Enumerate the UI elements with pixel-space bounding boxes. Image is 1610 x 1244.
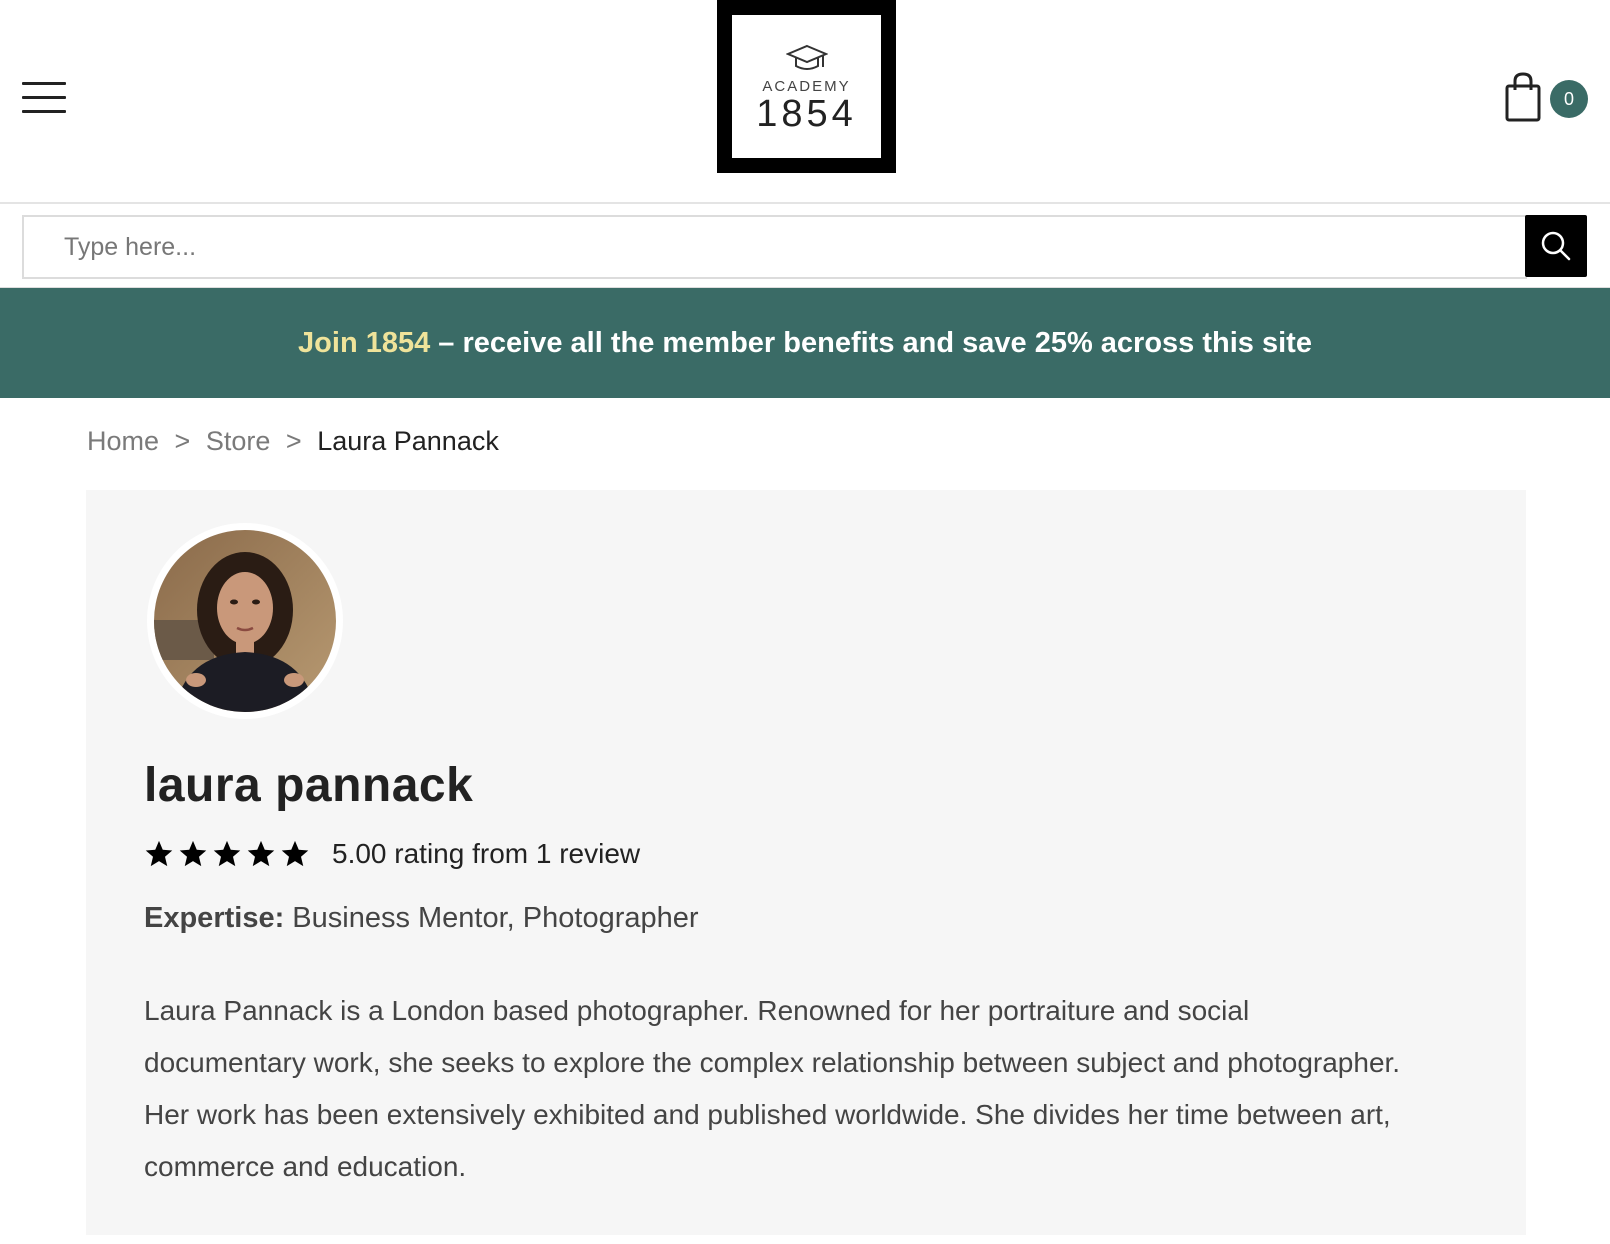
breadcrumb-separator: > — [174, 426, 191, 456]
logo-year-text: 1854 — [756, 93, 857, 135]
star-icon — [213, 840, 241, 867]
breadcrumb-store[interactable]: Store — [206, 426, 271, 456]
avatar — [154, 530, 336, 712]
membership-banner[interactable]: Join 1854 – receive all the member benef… — [0, 288, 1610, 398]
site-header: ACADEMY 1854 0 — [0, 0, 1610, 204]
graduation-cap-icon — [785, 44, 828, 70]
rating-row: 5.00 rating from 1 review — [144, 836, 640, 872]
search-icon — [1541, 231, 1571, 261]
breadcrumb-home[interactable]: Home — [87, 426, 159, 456]
search-bar — [0, 204, 1610, 288]
expertise-line: Expertise: Business Mentor, Photographer — [144, 902, 699, 935]
site-logo[interactable]: ACADEMY 1854 — [717, 0, 896, 173]
breadcrumb-separator: > — [285, 426, 302, 456]
star-icon — [179, 840, 207, 867]
shopping-bag-icon[interactable] — [1505, 72, 1541, 122]
profile-card: laura pannack 5.00 rating from 1 review … — [86, 490, 1526, 1235]
profile-name: laura pannack — [144, 759, 474, 812]
profile-bio: Laura Pannack is a London based photogra… — [144, 995, 1401, 1182]
cart-count-badge[interactable]: 0 — [1550, 80, 1588, 118]
breadcrumb-current: Laura Pannack — [317, 426, 499, 456]
expertise-label: Expertise: — [144, 902, 285, 934]
search-input[interactable] — [22, 215, 1527, 279]
banner-highlight: Join 1854 — [298, 327, 431, 359]
banner-text: – receive all the member benefits and sa… — [430, 327, 1312, 359]
star-icon — [145, 840, 173, 867]
breadcrumb: Home > Store > Laura Pannack — [87, 426, 499, 457]
expertise-value: Business Mentor, Photographer — [284, 902, 699, 934]
star-rating — [144, 839, 310, 869]
rating-text: 5.00 rating from 1 review — [332, 838, 641, 869]
star-icon — [247, 840, 275, 867]
search-button[interactable] — [1525, 215, 1587, 277]
star-icon — [281, 840, 309, 867]
menu-icon[interactable] — [22, 82, 66, 114]
